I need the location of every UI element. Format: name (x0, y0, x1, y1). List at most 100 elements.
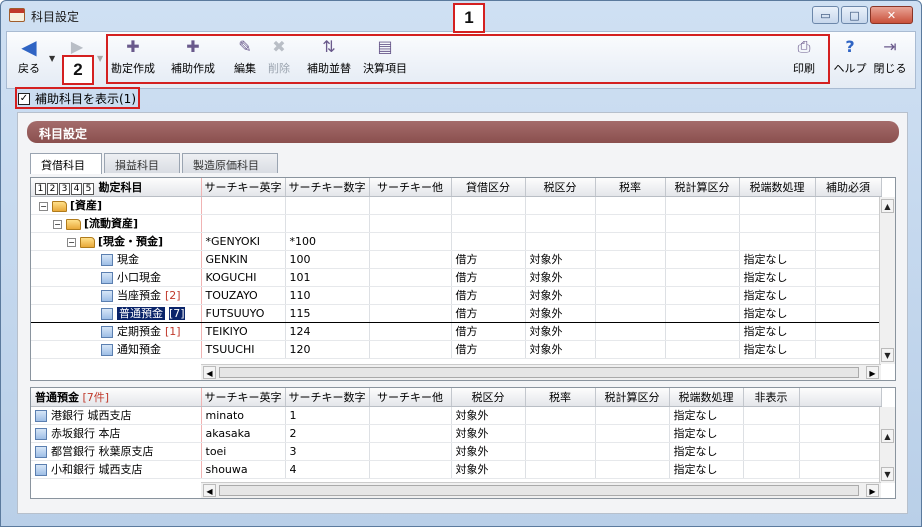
account-row[interactable]: 普通預金 [7] FUTSUUYO 115 借方 対象外 指定なし (31, 303, 882, 323)
grid-cell[interactable] (369, 460, 452, 479)
grid-cell[interactable]: 101 (285, 268, 370, 287)
grid-cell[interactable] (595, 442, 670, 461)
grid-cell[interactable] (369, 214, 452, 233)
grid-cell[interactable]: 124 (285, 322, 370, 341)
grid-cell[interactable] (451, 232, 526, 251)
account-grid-hscroll[interactable]: ◀ ▶ (201, 364, 881, 380)
grid-cell[interactable]: TOUZAYO (201, 286, 286, 305)
column-header[interactable]: 税端数処理 (669, 388, 744, 407)
sub-account-row[interactable]: 都営銀行 秋葉原支店 toei 3 対象外 指定なし (31, 442, 882, 461)
column-header[interactable]: サーチキー他 (369, 178, 452, 197)
grid-cell[interactable] (595, 322, 666, 341)
grid-cell[interactable] (595, 214, 666, 233)
grid-cell[interactable] (595, 268, 666, 287)
grid-cell[interactable] (201, 196, 286, 215)
grid-cell[interactable] (369, 268, 452, 287)
grid-cell[interactable]: akasaka (201, 424, 286, 443)
grid-cell[interactable] (815, 340, 882, 359)
grid-cell[interactable] (665, 250, 740, 269)
grid-cell[interactable] (815, 250, 882, 269)
grid-cell[interactable] (595, 340, 666, 359)
grid-cell[interactable] (369, 286, 452, 305)
grid-cell[interactable] (595, 286, 666, 305)
forward-dropdown-icon[interactable]: ▼ (97, 54, 103, 63)
column-header[interactable]: サーチキー数字 (285, 388, 370, 407)
collapse-toggle-icon[interactable]: − (39, 201, 48, 211)
scroll-up-icon[interactable]: ▲ (881, 429, 894, 443)
scroll-left-icon[interactable]: ◀ (203, 366, 216, 379)
grid-cell[interactable]: minato (201, 406, 286, 425)
grid-cell[interactable]: 指定なし (669, 442, 744, 461)
grid-cell[interactable] (595, 303, 666, 323)
grid-cell[interactable] (815, 196, 882, 215)
tab-balance-sheet[interactable]: 貸借科目 (30, 153, 102, 174)
scroll-down-icon[interactable]: ▼ (881, 348, 894, 362)
level-4-button[interactable]: 4 (71, 182, 82, 195)
account-row[interactable]: − [資産] (31, 196, 882, 215)
grid-cell[interactable] (665, 214, 740, 233)
grid-cell[interactable]: 120 (285, 340, 370, 359)
grid-cell[interactable]: shouwa (201, 460, 286, 479)
back-button[interactable]: ◀ 戻る (15, 37, 43, 84)
column-header[interactable]: 補助必須 (815, 178, 882, 197)
grid-cell[interactable] (525, 214, 596, 233)
grid-cell[interactable] (451, 196, 526, 215)
grid-cell[interactable] (743, 406, 800, 425)
grid-cell[interactable]: 115 (285, 303, 370, 323)
column-header[interactable]: サーチキー英字 (201, 388, 286, 407)
grid-cell[interactable] (665, 286, 740, 305)
grid-cell[interactable]: 指定なし (739, 303, 816, 323)
grid-cell[interactable] (815, 268, 882, 287)
help-button[interactable]: ? ヘルプ (833, 38, 867, 84)
grid-cell[interactable] (525, 196, 596, 215)
grid-cell[interactable] (369, 442, 452, 461)
back-dropdown-icon[interactable]: ▼ (49, 54, 55, 63)
grid-cell[interactable] (815, 232, 882, 251)
grid-cell[interactable] (369, 232, 452, 251)
grid-cell[interactable]: 対象外 (525, 268, 596, 287)
grid-cell[interactable]: KOGUCHI (201, 268, 286, 287)
grid-cell[interactable]: 借方 (451, 268, 526, 287)
close-window-button[interactable]: ✕ (870, 6, 913, 24)
grid-cell[interactable]: 110 (285, 286, 370, 305)
grid-cell[interactable]: *100 (285, 232, 370, 251)
column-header[interactable]: 税区分 (451, 388, 526, 407)
grid-cell[interactable]: 指定なし (669, 406, 744, 425)
grid-cell[interactable]: FUTSUUYO (201, 303, 286, 323)
grid-cell[interactable] (665, 340, 740, 359)
grid-cell[interactable]: TEIKIYO (201, 322, 286, 341)
grid-cell[interactable]: 借方 (451, 250, 526, 269)
grid-cell[interactable] (595, 196, 666, 215)
grid-cell[interactable]: 100 (285, 250, 370, 269)
tab-profit-loss[interactable]: 損益科目 (104, 153, 180, 173)
minimize-button[interactable]: ▭ (812, 6, 839, 24)
column-header[interactable]: 税計算区分 (665, 178, 740, 197)
grid-cell[interactable]: 指定なし (739, 340, 816, 359)
account-row[interactable]: 通知預金 TSUUCHI 120 借方 対象外 指定なし (31, 340, 882, 359)
grid-cell[interactable] (369, 340, 452, 359)
account-row[interactable]: 小口現金 KOGUCHI 101 借方 対象外 指定なし (31, 268, 882, 287)
grid-cell[interactable] (369, 424, 452, 443)
tab-manufacturing-cost[interactable]: 製造原価科目 (182, 153, 278, 173)
grid-cell[interactable] (665, 303, 740, 323)
grid-cell[interactable] (743, 460, 800, 479)
account-row[interactable]: − [現金・預金] *GENYOKI *100 (31, 232, 882, 251)
grid-cell[interactable]: 対象外 (525, 250, 596, 269)
grid-cell[interactable] (595, 424, 670, 443)
sub-grid-vscroll[interactable]: ▲ ▼ (879, 407, 895, 483)
grid-cell[interactable] (369, 196, 452, 215)
grid-cell[interactable] (525, 232, 596, 251)
grid-cell[interactable]: 3 (285, 442, 370, 461)
grid-cell[interactable]: TSUUCHI (201, 340, 286, 359)
grid-cell[interactable] (665, 196, 740, 215)
grid-cell[interactable]: 借方 (451, 340, 526, 359)
column-header[interactable]: 税率 (525, 388, 596, 407)
grid-cell[interactable] (369, 303, 452, 323)
grid-cell[interactable] (525, 424, 596, 443)
grid-cell[interactable] (595, 406, 670, 425)
grid-cell[interactable]: 対象外 (525, 286, 596, 305)
grid-cell[interactable] (525, 460, 596, 479)
sub-grid-hscroll[interactable]: ◀ ▶ (201, 482, 881, 498)
scroll-thumb[interactable] (219, 367, 859, 378)
scroll-right-icon[interactable]: ▶ (866, 366, 879, 379)
